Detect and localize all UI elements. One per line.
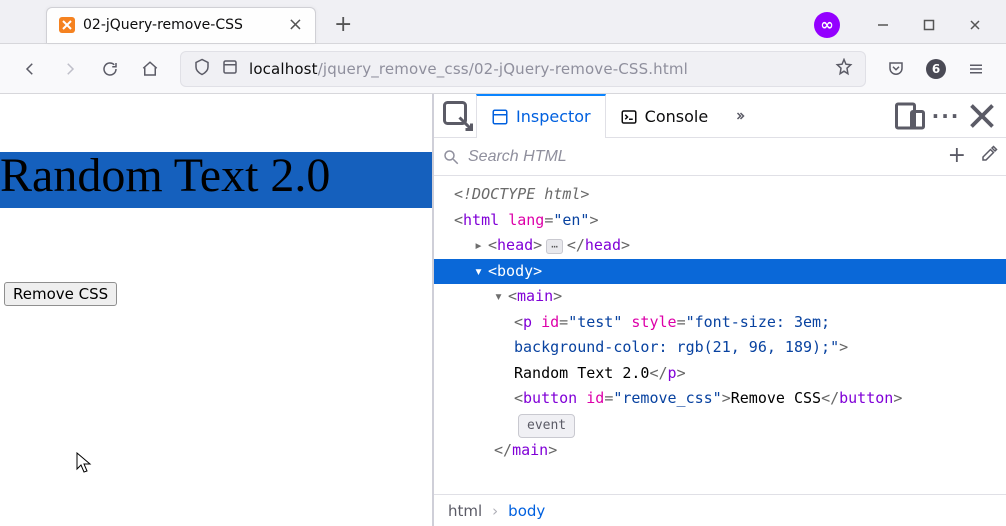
devtools-close-button[interactable] — [964, 98, 1000, 134]
xampp-favicon — [59, 17, 75, 33]
search-icon — [442, 148, 460, 166]
devtools-toolbar: Inspector Console ··· — [434, 94, 1006, 138]
inspector-tab-label: Inspector — [516, 107, 591, 126]
random-text-paragraph: Random Text 2.0 — [0, 152, 432, 208]
chevron-right-icon: › — [492, 502, 498, 520]
inspector-tab[interactable]: Inspector — [476, 94, 606, 138]
dom-node-body-selected[interactable]: ▾<body> — [434, 259, 1006, 285]
nav-reload-button[interactable] — [92, 51, 128, 87]
nav-forward-button[interactable] — [52, 51, 88, 87]
breadcrumbs[interactable]: html › body — [434, 494, 1006, 526]
nav-home-button[interactable] — [132, 51, 168, 87]
url-text: localhost/jquery_remove_css/02-jQuery-re… — [249, 60, 688, 78]
dom-node-main-close[interactable]: </main> — [434, 438, 1006, 464]
app-menu-button[interactable] — [958, 51, 994, 87]
tab-title: 02-jQuery-remove-CSS — [83, 17, 280, 33]
console-tab-label: Console — [645, 107, 709, 126]
window-close-button[interactable] — [952, 9, 998, 41]
new-tab-button[interactable]: + — [326, 10, 360, 40]
mouse-cursor-icon — [76, 452, 94, 474]
devtools-panel: Inspector Console ··· + — [432, 94, 1006, 526]
event-badge[interactable]: event — [518, 414, 575, 438]
dom-node-button[interactable]: <button id="remove_css">Remove CSS</butt… — [434, 386, 1006, 412]
dom-node-doctype[interactable]: <!DOCTYPE html> — [434, 182, 1006, 208]
dom-node-main[interactable]: ▾<main> — [434, 284, 1006, 310]
browser-tab-strip: 02-jQuery-remove-CSS × + ∞ — [0, 0, 1006, 44]
dom-node-p[interactable]: <p id="test" style="font-size: 3em; — [434, 310, 1006, 336]
url-bar[interactable]: localhost/jquery_remove_css/02-jQuery-re… — [180, 51, 866, 87]
badge-count: 6 — [926, 59, 946, 79]
dom-node-p-text[interactable]: Random Text 2.0</p> — [434, 361, 1006, 387]
content-split: Random Text 2.0 Remove CSS Inspector Con… — [0, 94, 1006, 526]
tab-close-icon[interactable]: × — [288, 16, 303, 34]
dom-event-badge-row: event — [434, 412, 1006, 438]
page-info-icon[interactable] — [221, 58, 239, 80]
dom-node-p-cont[interactable]: background-color: rgb(21, 96, 189);"> — [434, 335, 1006, 361]
responsive-design-button[interactable] — [892, 98, 928, 134]
window-maximize-button[interactable] — [906, 9, 952, 41]
dom-node-html[interactable]: <html lang="en"> — [434, 208, 1006, 234]
tracker-count-badge[interactable]: 6 — [918, 51, 954, 87]
element-picker-button[interactable] — [440, 98, 476, 134]
window-controls: ∞ — [814, 9, 998, 41]
crumb-html[interactable]: html — [448, 502, 482, 520]
page-viewport: Random Text 2.0 Remove CSS — [0, 94, 432, 526]
shield-icon[interactable] — [193, 58, 211, 80]
extension-badge[interactable]: ∞ — [814, 12, 840, 38]
browser-tab[interactable]: 02-jQuery-remove-CSS × — [46, 7, 316, 43]
console-tab[interactable]: Console — [606, 94, 723, 138]
crumb-body[interactable]: body — [508, 502, 545, 520]
window-minimize-button[interactable] — [860, 9, 906, 41]
pocket-icon[interactable] — [878, 51, 914, 87]
devtools-menu-button[interactable]: ··· — [928, 98, 964, 134]
bookmark-star-icon[interactable] — [835, 58, 853, 80]
devtools-search-bar: + — [434, 138, 1006, 176]
dom-node-head[interactable]: ▸<head>⋯</head> — [434, 233, 1006, 259]
infinity-icon: ∞ — [820, 15, 833, 34]
browser-toolbar: localhost/jquery_remove_css/02-jQuery-re… — [0, 44, 1006, 94]
tabs-overflow-button[interactable] — [722, 98, 758, 134]
ellipsis-icon[interactable]: ⋯ — [546, 239, 563, 254]
search-html-input[interactable] — [468, 148, 940, 166]
remove-css-button[interactable]: Remove CSS — [4, 282, 117, 306]
eyedropper-button[interactable] — [980, 145, 998, 168]
add-element-button[interactable]: + — [948, 145, 966, 168]
nav-back-button[interactable] — [12, 51, 48, 87]
dom-tree[interactable]: <!DOCTYPE html> <html lang="en"> ▸<head>… — [434, 176, 1006, 494]
